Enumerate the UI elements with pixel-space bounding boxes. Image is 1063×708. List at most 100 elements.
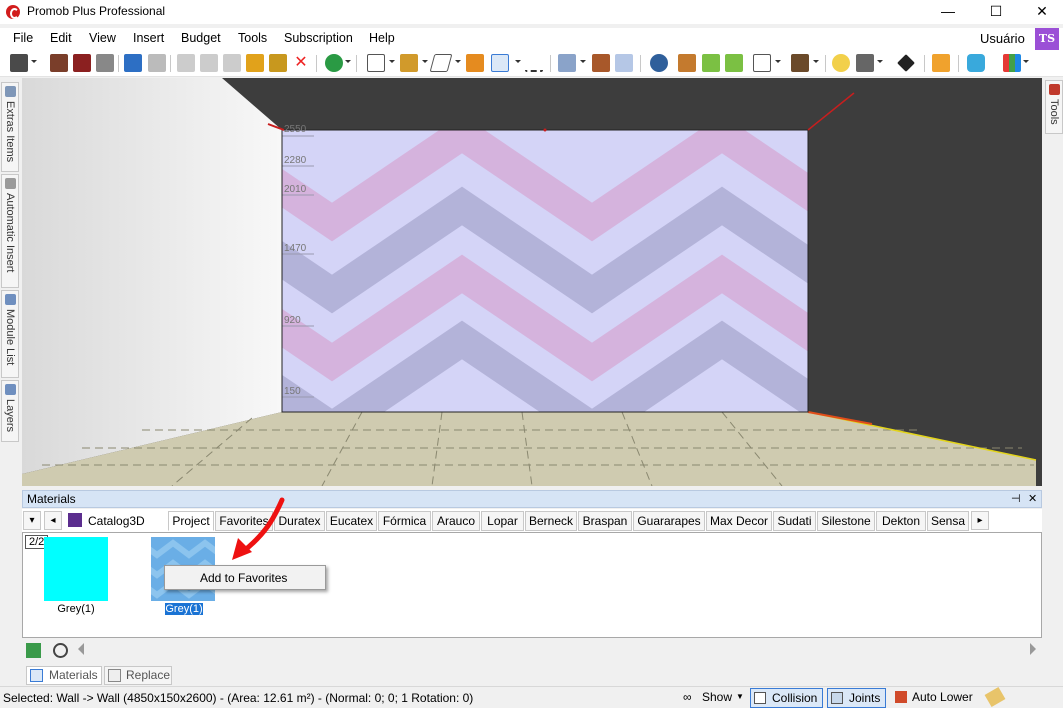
user-name[interactable]: Usuário xyxy=(980,31,1025,46)
layers-icon[interactable] xyxy=(558,54,576,72)
delete-icon[interactable]: ✕ xyxy=(292,54,310,72)
catalog-label[interactable]: Catalog3D xyxy=(88,514,145,528)
tab-materials[interactable]: Materials xyxy=(26,666,102,685)
refresh-icon[interactable] xyxy=(26,643,41,658)
views-dropdown-icon[interactable] xyxy=(775,60,781,63)
undo-icon[interactable] xyxy=(124,54,142,72)
view-3d-icon[interactable] xyxy=(615,54,633,72)
tab-extras-items[interactable]: Extras Items xyxy=(1,82,19,172)
tab-tools[interactable]: Tools xyxy=(1045,80,1063,134)
frame-icon[interactable] xyxy=(367,54,385,72)
export-icon[interactable] xyxy=(73,54,91,72)
joints-button[interactable]: Joints xyxy=(827,688,886,708)
material-label[interactable]: Grey(1) xyxy=(44,603,108,615)
tab-formica[interactable]: Fórmica xyxy=(378,511,431,531)
pin-icon[interactable]: ⊣ xyxy=(1011,492,1021,505)
magic-wand-icon[interactable] xyxy=(246,54,264,72)
close-panel-icon[interactable]: ✕ xyxy=(1028,492,1037,505)
close-button[interactable]: ✕ xyxy=(1019,0,1063,24)
menu-file[interactable]: File xyxy=(13,31,33,45)
select-cursor-icon[interactable] xyxy=(491,54,509,72)
budget-icon[interactable] xyxy=(325,54,343,72)
budget-dropdown-icon[interactable] xyxy=(345,60,351,63)
layers-dropdown-icon[interactable] xyxy=(580,60,586,63)
user-icon[interactable] xyxy=(932,54,950,72)
avatar[interactable]: TS xyxy=(1035,28,1059,50)
redo-icon[interactable] xyxy=(148,54,166,72)
menu-insert[interactable]: Insert xyxy=(133,31,164,45)
menu-help[interactable]: Help xyxy=(369,31,395,45)
3d-viewport[interactable]: 2550 2280 2010 1470 920 150 xyxy=(22,78,1042,486)
left-wall[interactable] xyxy=(22,78,282,474)
tab-silestone[interactable]: Silestone xyxy=(817,511,875,531)
tab-module-list[interactable]: Module List xyxy=(1,290,19,378)
tab-guararapes[interactable]: Guararapes xyxy=(633,511,705,531)
auto-lower-button[interactable]: Auto Lower xyxy=(893,688,978,708)
move-icon[interactable] xyxy=(897,54,915,72)
tab-replace[interactable]: Replace xyxy=(104,666,172,685)
arrow-right-icon[interactable] xyxy=(725,54,743,72)
chat-icon[interactable] xyxy=(967,54,985,72)
lightbulb-icon[interactable] xyxy=(832,54,850,72)
tab-dekton[interactable]: Dekton xyxy=(876,511,926,531)
add-to-favorites-menu-item[interactable]: Add to Favorites xyxy=(200,571,287,585)
maximize-button[interactable]: ☐ xyxy=(973,0,1019,24)
eye-icon[interactable] xyxy=(650,54,668,72)
menu-subscription[interactable]: Subscription xyxy=(284,31,353,45)
menu-view[interactable]: View xyxy=(89,31,116,45)
menu-budget[interactable]: Budget xyxy=(181,31,221,45)
tab-automatic-insert[interactable]: Automatic Insert xyxy=(1,174,19,288)
tab-project[interactable]: Project xyxy=(168,511,214,531)
copy-icon[interactable] xyxy=(200,54,218,72)
apps-dropdown-icon[interactable] xyxy=(1023,60,1029,63)
save-icon[interactable] xyxy=(10,54,28,72)
material-thumbnail[interactable] xyxy=(44,537,108,601)
cut-icon[interactable] xyxy=(177,54,195,72)
menu-edit[interactable]: Edit xyxy=(50,31,72,45)
door-icon[interactable] xyxy=(466,54,484,72)
measure-icon[interactable] xyxy=(525,54,543,72)
save-dropdown-icon[interactable] xyxy=(31,60,37,63)
tab-layers[interactable]: Layers xyxy=(1,380,19,442)
tab-sensa[interactable]: Sensa xyxy=(927,511,969,531)
scroll-left-arrow-icon[interactable] xyxy=(78,643,84,655)
frame-dropdown-icon[interactable] xyxy=(389,60,395,63)
shape-dropdown-icon[interactable] xyxy=(455,60,461,63)
tab-arauco[interactable]: Arauco xyxy=(432,511,480,531)
collision-button[interactable]: Collision xyxy=(750,688,823,708)
render-icon[interactable] xyxy=(50,54,68,72)
tab-braspan[interactable]: Braspan xyxy=(578,511,632,531)
scroll-right-icon[interactable]: ▸ xyxy=(971,511,989,530)
box-dropdown-icon[interactable] xyxy=(813,60,819,63)
apps-icon[interactable] xyxy=(1003,54,1021,72)
print-icon[interactable] xyxy=(96,54,114,72)
hierarchy-dropdown-icon[interactable] xyxy=(422,60,428,63)
search-icon[interactable] xyxy=(53,643,68,658)
tab-max-decor[interactable]: Max Decor xyxy=(706,511,772,531)
minimize-button[interactable]: — xyxy=(925,0,971,24)
tab-berneck[interactable]: Berneck xyxy=(525,511,577,531)
camera-dropdown-icon[interactable] xyxy=(877,60,883,63)
shape-icon[interactable] xyxy=(429,54,453,72)
arrow-left-icon[interactable] xyxy=(702,54,720,72)
scroll-left-icon[interactable]: ◂ xyxy=(44,511,62,530)
show-button[interactable]: ∞ Show ▼ xyxy=(683,688,745,708)
chevron-down-icon[interactable]: ▾ xyxy=(23,511,41,530)
scene-svg[interactable] xyxy=(22,78,1042,486)
paste-icon[interactable] xyxy=(223,54,241,72)
tab-eucatex[interactable]: Eucatex xyxy=(326,511,377,531)
hierarchy-icon[interactable] xyxy=(400,54,418,72)
tab-sudati[interactable]: Sudati xyxy=(773,511,816,531)
camera-icon[interactable] xyxy=(856,54,874,72)
paint-icon[interactable] xyxy=(269,54,287,72)
views-icon[interactable] xyxy=(753,54,771,72)
wrench-icon[interactable] xyxy=(984,686,1006,708)
menu-tools[interactable]: Tools xyxy=(238,31,267,45)
scroll-right-arrow-icon[interactable] xyxy=(1030,643,1036,655)
box-icon[interactable] xyxy=(791,54,809,72)
walk-icon[interactable] xyxy=(678,54,696,72)
select-dropdown-icon[interactable] xyxy=(515,60,521,63)
tab-lopar[interactable]: Lopar xyxy=(481,511,524,531)
dimension-icon[interactable] xyxy=(592,54,610,72)
material-label-selected[interactable]: Grey(1) xyxy=(164,602,204,616)
